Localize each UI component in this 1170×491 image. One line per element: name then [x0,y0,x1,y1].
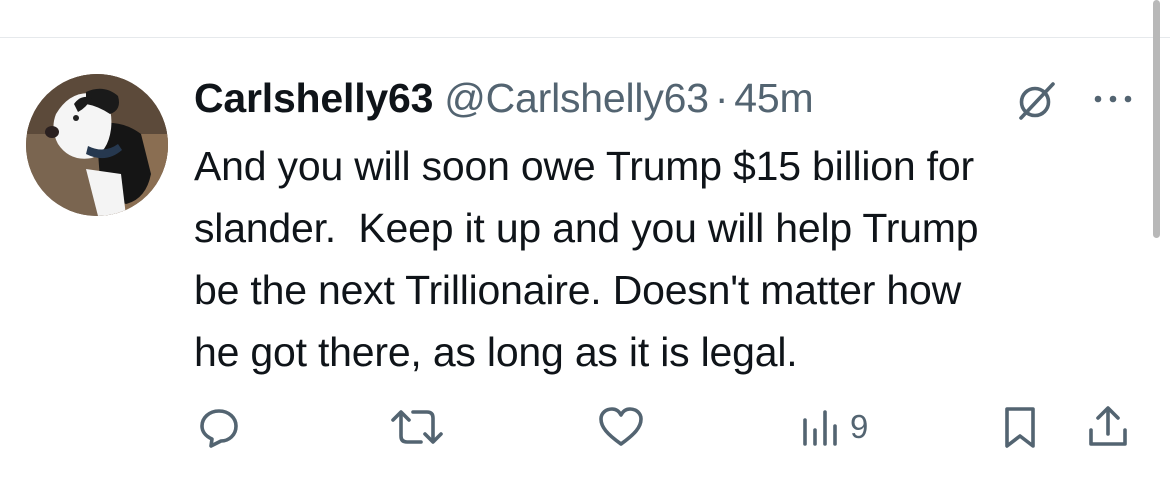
share-icon [1086,404,1130,450]
user-handle[interactable]: @Carlshelly63 [444,75,709,122]
views-icon [800,404,840,450]
like-button[interactable] [597,402,645,452]
top-divider [0,37,1170,38]
share-button[interactable] [1086,402,1130,452]
scrollbar[interactable] [1153,0,1160,238]
views-button[interactable]: 9 [800,402,868,452]
retweet-icon [389,404,445,450]
grok-icon[interactable] [1013,78,1059,124]
reply-button[interactable] [196,402,242,452]
avatar[interactable] [26,74,168,216]
heart-icon [597,404,645,450]
tweet-text: And you will soon owe Trump $15 billion … [194,143,979,375]
separator-dot: · [714,74,729,121]
more-options-icon[interactable] [1088,84,1140,114]
bookmark-button[interactable] [1000,402,1040,452]
display-name[interactable]: Carlshelly63 [194,75,433,122]
tweet-header: Carlshelly63 @Carlshelly63 · 45m [194,68,814,128]
retweet-button[interactable] [389,402,445,452]
bookmark-icon [1000,404,1040,450]
views-count: 9 [850,408,869,445]
reply-icon [196,404,242,450]
timestamp[interactable]: 45m [734,75,813,122]
